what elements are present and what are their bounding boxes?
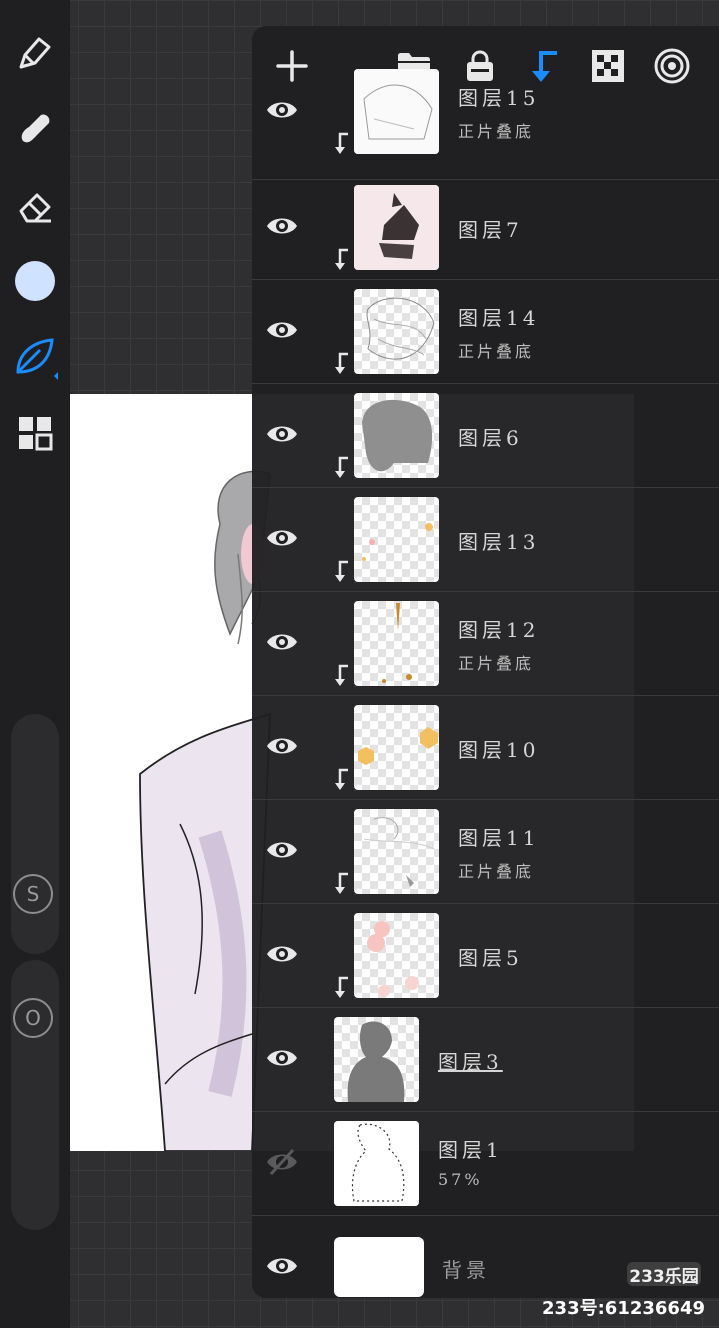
smudge-icon[interactable] [12,106,58,152]
clipping-mask-icon [332,872,352,894]
layer-row[interactable]: 图层7 [252,176,719,280]
layer-row[interactable]: 图层11 正片叠底 [252,800,719,904]
selection-leaf-icon[interactable] [12,334,58,380]
layer-thumbnail[interactable] [354,393,439,478]
brush-size-slider[interactable] [11,714,59,954]
layer-name: 背景 [442,1258,490,1282]
brush-icon[interactable] [12,30,58,76]
layer-name: 图层5 [458,946,523,970]
layer-row[interactable]: 图层1 57% [252,1112,719,1216]
tool-sidebar: S O [0,0,70,1328]
clipping-mask-icon [332,560,352,582]
layer-row[interactable]: 图层14 正片叠底 [252,280,719,384]
eye-icon[interactable] [262,934,302,974]
clipping-mask-icon [332,132,352,154]
layer-row[interactable]: 图层12 正片叠底 [252,592,719,696]
layer-thumbnail[interactable] [354,185,439,270]
layer-name: 图层13 [458,530,540,554]
clipping-mask-icon [332,664,352,686]
layer-thumbnail[interactable] [354,69,439,154]
layer-row[interactable]: 图层13 [252,488,719,592]
eye-icon[interactable] [262,518,302,558]
layer-row[interactable]: 图层3 [252,1008,719,1112]
layer-thumbnail[interactable] [334,1017,419,1102]
layer-thumbnail[interactable] [354,913,439,998]
clipping-mask-icon [332,768,352,790]
layers-grid-icon[interactable] [12,410,58,456]
clipping-mask-icon [332,352,352,374]
layer-thumbnail[interactable] [334,1237,424,1297]
size-button[interactable]: S [13,874,53,914]
eye-icon[interactable] [262,90,302,130]
layer-name: 图层1 [438,1138,503,1162]
clipping-mask-icon [332,976,352,998]
layer-thumbnail[interactable] [354,705,439,790]
watermark-id-text: 233号:61236649 [542,1298,705,1319]
eye-icon[interactable] [262,830,302,870]
layer-name: 图层10 [458,738,540,762]
layer-blend-mode: 正片叠底 [458,654,535,673]
layer-name: 图层11 [458,826,540,850]
eye-icon[interactable] [262,310,302,350]
eye-icon[interactable] [262,726,302,766]
eye-icon[interactable] [262,1246,302,1286]
layer-blend-mode: 正片叠底 [458,862,535,881]
layer-blend-mode: 正片叠底 [458,122,535,141]
layers-panel: 图层15 正片叠底 图层7 图层14 正片叠底 图层6 图层13 图层12 正片叠底 图层10 图层… [252,26,719,1298]
layer-row[interactable]: 图层10 [252,696,719,800]
eraser-icon[interactable] [12,184,58,230]
eye-icon[interactable] [262,206,302,246]
layer-name: 图层6 [458,426,523,450]
layer-thumbnail[interactable] [354,809,439,894]
layer-name: 图层12 [458,618,540,642]
layer-thumbnail[interactable] [354,497,439,582]
layer-row[interactable]: 图层5 [252,904,719,1008]
layer-name: 图层3 [438,1050,503,1074]
eye-icon[interactable] [262,622,302,662]
eye-icon[interactable] [262,414,302,454]
layer-row[interactable]: 图层6 [252,384,719,488]
clipping-mask-icon [332,248,352,270]
layer-name: 图层14 [458,306,540,330]
layer-name: 图层15 [458,86,540,110]
layer-row[interactable]: 图层15 正片叠底 [252,60,719,180]
opacity-button[interactable]: O [13,998,53,1038]
layer-thumbnail[interactable] [334,1121,419,1206]
layer-blend-mode: 正片叠底 [458,342,535,361]
layer-thumbnail[interactable] [354,289,439,374]
layer-thumbnail[interactable] [354,601,439,686]
layer-name: 图层7 [458,218,523,242]
watermark-badge: 233乐园 [627,1262,701,1287]
clipping-mask-icon [332,456,352,478]
eye-hidden-icon[interactable] [262,1142,302,1182]
layer-blend-mode: 57% [438,1170,483,1189]
eye-icon[interactable] [262,1038,302,1078]
color-swatch-icon[interactable] [12,258,58,304]
